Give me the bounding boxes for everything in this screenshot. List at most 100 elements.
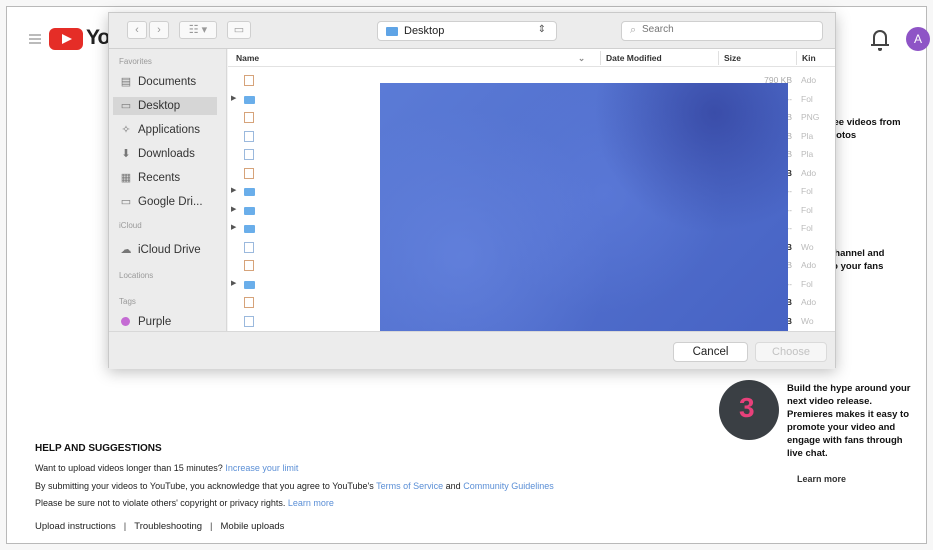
icloud-heading: iCloud: [119, 221, 142, 230]
sidebar-item-desktop[interactable]: ▭ Desktop: [113, 97, 217, 115]
desktop-icon: ▭: [120, 100, 132, 112]
file-icon: [244, 241, 254, 253]
premiere-icon: 3: [719, 380, 779, 440]
terms-of-service-link[interactable]: Terms of Service: [376, 481, 443, 491]
folder-icon: [244, 225, 255, 233]
purple-tag-icon: [121, 317, 130, 326]
folder-icon: [386, 27, 398, 36]
disclosure-triangle-icon[interactable]: ▶: [231, 94, 236, 102]
sidebar-item-documents[interactable]: ▤ Documents: [119, 73, 223, 91]
file-icon: [244, 297, 254, 308]
avatar[interactable]: A: [906, 27, 930, 51]
file-kind: Ado: [801, 297, 817, 307]
sidebar-item-recents[interactable]: ▦ Recents: [119, 169, 223, 187]
youtube-logo-icon[interactable]: [49, 28, 83, 50]
file-icon: [244, 315, 254, 327]
file-kind: Ado: [801, 260, 817, 270]
folder-location-select[interactable]: Desktop ⇕: [377, 21, 557, 41]
file-kind: Fol: [801, 186, 813, 196]
sidebar-item-label: Documents: [138, 76, 197, 88]
menu-icon[interactable]: [29, 34, 41, 44]
column-date-modified[interactable]: Date Modified: [606, 53, 662, 63]
applications-icon: ✧: [121, 124, 131, 136]
cloud-icon: ☁: [120, 244, 132, 256]
help-line-2-text: By submitting your videos to YouTube, yo…: [35, 481, 374, 491]
dialog-footer: Cancel Choose: [109, 331, 835, 369]
search-field[interactable]: ⌕: [621, 21, 823, 41]
column-divider: [718, 51, 719, 65]
help-links: Upload instructions | Troubleshooting | Mobi…: [35, 521, 284, 532]
help-line-2: By submitting your videos to YouTube, yo…: [35, 481, 554, 491]
disclosure-triangle-icon[interactable]: ▶: [231, 223, 236, 231]
file-kind: Pla: [801, 149, 814, 159]
sidebar-item-applications[interactable]: ✧ Applications: [119, 121, 223, 139]
choose-button[interactable]: Choose: [755, 342, 827, 362]
troubleshooting-link[interactable]: Troubleshooting: [134, 521, 202, 532]
upload-promo-line2: Photos: [824, 130, 857, 141]
sidebar-item-tag-purple[interactable]: Purple: [119, 313, 223, 331]
recents-icon: ▦: [120, 172, 132, 184]
folder-location-name: Desktop: [404, 25, 445, 37]
sidebar-item-label: Desktop: [138, 100, 181, 112]
image-preview: [380, 83, 788, 331]
forward-button[interactable]: ›: [149, 21, 169, 39]
column-kind[interactable]: Kin: [802, 53, 816, 63]
column-divider: [600, 51, 601, 65]
sidebar-item-label: Applications: [138, 124, 201, 136]
view-mode-button[interactable]: ☷ ▾: [179, 21, 217, 39]
favorites-heading: Favorites: [119, 57, 152, 66]
help-line-3-text: Please be sure not to violate others' co…: [35, 498, 286, 508]
dialog-sidebar: Favorites ▤ Documents ▭ Desktop ✧ Applicati…: [109, 49, 227, 331]
premiere-text: Build the hype around your next video re…: [787, 383, 911, 459]
sort-chevron-icon: ⌄: [578, 53, 586, 63]
separator: |: [123, 521, 127, 532]
sidebar-item-label: Recents: [138, 172, 181, 184]
bell-icon[interactable]: [871, 30, 889, 51]
file-kind: Fol: [801, 93, 813, 104]
disclosure-triangle-icon[interactable]: ▶: [231, 205, 236, 213]
tags-heading: Tags: [119, 297, 136, 306]
file-icon: [244, 130, 254, 142]
help-line-2-and: and: [445, 481, 461, 491]
disclosure-triangle-icon[interactable]: ▶: [231, 186, 236, 194]
folder-icon: [244, 280, 255, 289]
back-button[interactable]: ‹: [127, 21, 147, 39]
learn-more-link[interactable]: Learn more: [797, 474, 846, 484]
help-line-3: Please be sure not to violate others' co…: [35, 498, 334, 508]
column-name[interactable]: Name: [236, 53, 259, 63]
sidebar-item-label: iCloud Drive: [138, 244, 201, 256]
locations-heading: Locations: [119, 271, 154, 280]
search-input[interactable]: [642, 24, 812, 35]
sidebar-item-label: Downloads: [138, 148, 195, 160]
increase-limit-link[interactable]: Increase your limit: [225, 463, 298, 473]
sidebar-item-google-drive[interactable]: ▭ Google Dri...: [119, 193, 223, 211]
file-kind: Fol: [801, 278, 813, 289]
column-size[interactable]: Size: [724, 53, 741, 63]
column-divider: [796, 51, 797, 65]
channel-promo: channel and to your fans: [829, 247, 929, 273]
disclosure-triangle-icon[interactable]: ▶: [231, 279, 236, 287]
channel-promo-line2: to your fans: [829, 261, 884, 272]
upload-promo: Free videos from Photos: [824, 116, 932, 142]
file-kind: Wo: [801, 315, 814, 326]
sidebar-item-icloud-drive[interactable]: ☁ iCloud Drive: [119, 241, 223, 259]
community-guidelines-link[interactable]: Community Guidelines: [463, 481, 554, 491]
cancel-button[interactable]: Cancel: [673, 342, 748, 362]
file-list-header: Name ⌄ Date Modified Size Kin: [228, 49, 835, 67]
channel-promo-line1: channel and: [829, 248, 885, 259]
folder-icon: [244, 95, 255, 104]
new-folder-icon[interactable]: ▭: [227, 21, 251, 39]
file-open-dialog: ‹ › ☷ ▾ ▭ Desktop ⇕ ⌕ Favorites ▤ Documen…: [108, 12, 836, 369]
file-kind: PNG: [801, 112, 820, 122]
help-line-1-text: Want to upload videos longer than 15 min…: [35, 463, 223, 473]
search-icon: ⌕: [630, 24, 637, 36]
sidebar-item-downloads[interactable]: ⬇ Downloads: [119, 145, 223, 163]
help-line-1: Want to upload videos longer than 15 min…: [35, 463, 298, 473]
file-kind: Pla: [801, 130, 814, 141]
copyright-learn-more-link[interactable]: Learn more: [288, 498, 334, 508]
file-icon: [244, 112, 254, 123]
file-icon: [244, 167, 254, 179]
separator: |: [210, 521, 213, 532]
mobile-uploads-link[interactable]: Mobile uploads: [221, 521, 285, 532]
upload-instructions-link[interactable]: Upload instructions: [35, 521, 116, 532]
